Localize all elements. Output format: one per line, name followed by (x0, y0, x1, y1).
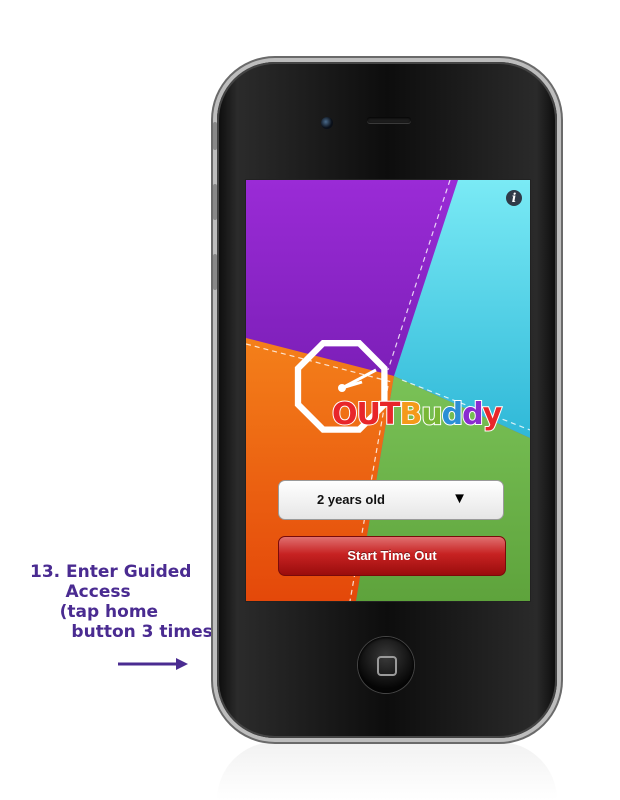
front-camera (321, 117, 333, 129)
dropdown-arrow-icon: ▼ (452, 490, 467, 507)
outbuddy-logo: OUTBuddy (331, 396, 503, 433)
earpiece-speaker (367, 117, 411, 123)
logo-letter: T (379, 396, 402, 433)
annotation-line: 13. Enter Guided (30, 562, 192, 582)
logo-letter: O (331, 396, 358, 433)
age-select[interactable]: 2 years old ▼ (278, 480, 504, 520)
logo-letter: U (355, 396, 381, 433)
home-button[interactable] (358, 637, 414, 693)
volume-down-button (213, 254, 217, 290)
logo-letter: B (398, 396, 423, 433)
annotation-line: button 3 times) (30, 622, 221, 642)
home-square-icon (377, 656, 397, 676)
logo-letter: d (441, 396, 465, 433)
start-time-out-button[interactable]: Start Time Out (278, 536, 506, 576)
mute-switch (213, 122, 217, 150)
right-arrow-icon (118, 658, 188, 670)
annotation-line: Access (30, 582, 131, 602)
logo-letter: d (461, 396, 485, 433)
app-screen: i OUTBuddy 2 years old ▼ Start Time Out (245, 179, 531, 602)
info-icon[interactable]: i (506, 190, 522, 206)
iphone-device: i OUTBuddy 2 years old ▼ Start Time Out (213, 62, 557, 738)
logo-letter: y (482, 396, 503, 433)
logo-letter: u (420, 396, 443, 433)
phone-reflection (217, 742, 557, 800)
volume-up-button (213, 184, 217, 220)
annotation-line: (tap home (30, 602, 159, 622)
age-select-value: 2 years old (317, 492, 385, 507)
annotation-text: 13. Enter Guided Access (tap home button… (30, 562, 221, 642)
